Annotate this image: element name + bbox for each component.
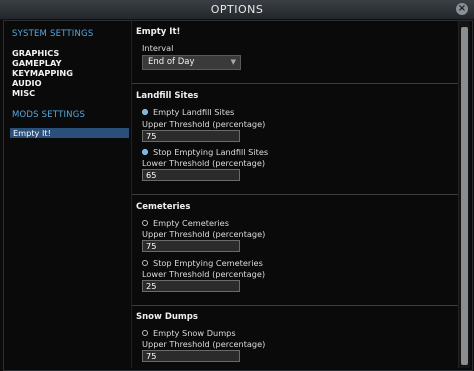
interval-dropdown[interactable]: End of Day ▼	[142, 55, 241, 70]
cemeteries-lower-label: Lower Threshold (percentage)	[142, 269, 266, 279]
snow-upper-input[interactable]: 75	[142, 350, 240, 362]
title-bar: OPTIONS ×	[0, 0, 474, 20]
snow-upper-label: Upper Threshold (percentage)	[142, 339, 266, 349]
empty-snow-label: Empty Snow Dumps	[153, 328, 236, 338]
scrollbar-thumb[interactable]	[461, 27, 468, 365]
empty-snow-option[interactable]: Empty Snow Dumps	[142, 328, 236, 338]
empty-cemeteries-label: Empty Cemeteries	[153, 218, 229, 228]
sidebar-item-gameplay[interactable]: GAMEPLAY	[12, 58, 62, 68]
scrollbar[interactable]	[458, 21, 470, 368]
snow-section-title: Snow Dumps	[136, 312, 198, 322]
stop-landfill-label: Stop Emptying Landfill Sites	[153, 147, 269, 157]
close-icon[interactable]: ×	[456, 3, 468, 15]
system-settings-heading: SYSTEM SETTINGS	[12, 29, 94, 39]
sidebar-item-graphics[interactable]: GRAPHICS	[12, 48, 59, 58]
chevron-down-icon: ▼	[230, 58, 236, 66]
settings-panel: Empty It! Interval End of Day ▼ Landfill…	[131, 21, 458, 368]
empty-landfill-label: Empty Landfill Sites	[153, 107, 235, 117]
sidebar-item-empty-it[interactable]: Empty It!	[10, 128, 129, 138]
radio-icon[interactable]	[142, 109, 148, 115]
mods-settings-heading: MODS SETTINGS	[12, 110, 86, 120]
radio-icon[interactable]	[142, 149, 148, 155]
sidebar-item-keymapping[interactable]: KEYMAPPING	[12, 68, 73, 78]
landfill-upper-input[interactable]: 75	[142, 130, 240, 142]
mod-title: Empty It!	[136, 27, 181, 37]
empty-cemeteries-option[interactable]: Empty Cemeteries	[142, 218, 229, 228]
landfill-lower-input[interactable]: 65	[142, 169, 240, 181]
stop-cemeteries-option[interactable]: Stop Emptying Cemeteries	[142, 258, 263, 268]
interval-label: Interval	[142, 43, 174, 53]
landfill-upper-label: Upper Threshold (percentage)	[142, 119, 266, 129]
cemeteries-section-title: Cemeteries	[136, 202, 191, 212]
radio-icon[interactable]	[142, 220, 148, 226]
sidebar: SYSTEM SETTINGS GRAPHICS GAMEPLAY KEYMAP…	[4, 21, 129, 368]
section-divider	[132, 83, 458, 84]
section-divider	[132, 194, 458, 195]
landfill-lower-label: Lower Threshold (percentage)	[142, 158, 266, 168]
interval-value: End of Day	[148, 57, 195, 67]
cemeteries-lower-input[interactable]: 25	[142, 280, 240, 292]
stop-landfill-option[interactable]: Stop Emptying Landfill Sites	[142, 147, 268, 157]
cemeteries-upper-label: Upper Threshold (percentage)	[142, 229, 266, 239]
cemeteries-upper-input[interactable]: 75	[142, 240, 240, 252]
stop-cemeteries-label: Stop Emptying Cemeteries	[153, 258, 263, 268]
section-divider	[132, 305, 458, 306]
window-title: OPTIONS	[210, 3, 264, 16]
empty-landfill-option[interactable]: Empty Landfill Sites	[142, 107, 234, 117]
radio-icon[interactable]	[142, 260, 148, 266]
sidebar-item-misc[interactable]: MISC	[12, 88, 35, 98]
radio-icon[interactable]	[142, 330, 148, 336]
sidebar-item-audio[interactable]: AUDIO	[12, 78, 42, 88]
landfill-section-title: Landfill Sites	[136, 91, 199, 101]
